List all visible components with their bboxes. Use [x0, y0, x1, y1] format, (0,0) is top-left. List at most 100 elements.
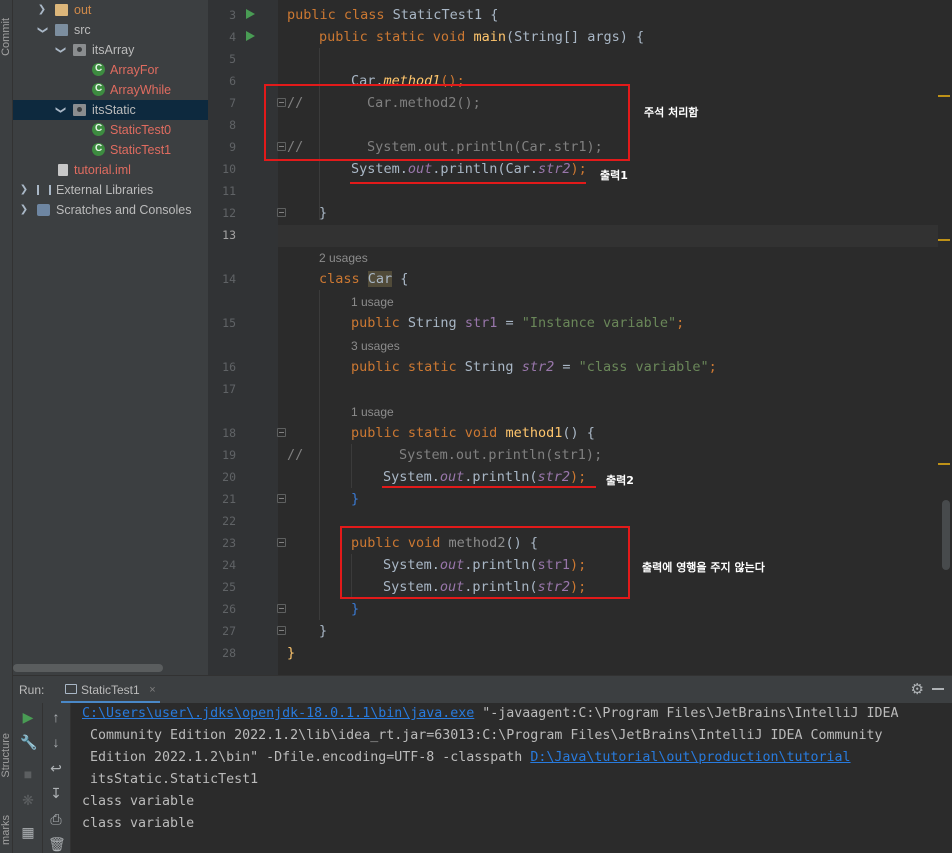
gear-icon[interactable]: ⚙ [911, 680, 924, 698]
fold-marker-icon[interactable] [277, 626, 286, 635]
warning-stripe-marker[interactable] [938, 463, 950, 465]
fold-marker-icon[interactable] [277, 604, 286, 613]
classpath-link[interactable]: D:\Java\tutorial\out\production\tutorial [530, 750, 850, 765]
tree-item-arrayfor[interactable]: ArrayFor [13, 59, 208, 80]
java-exe-link[interactable]: C:\Users\user\.jdks\openjdk-18.0.1.1\bin… [82, 706, 474, 721]
line-number: 22 [222, 514, 236, 528]
fold-marker-icon[interactable] [277, 428, 286, 437]
tree-item-itsarray[interactable]: ❯ itsArray [13, 40, 208, 60]
code-token: } [351, 491, 360, 507]
tree-item-statictest0[interactable]: StaticTest0 [13, 119, 208, 140]
bookmarks-tool-tab[interactable]: marks [0, 815, 13, 845]
tree-item-external-libraries[interactable]: ❯ External Libraries [13, 180, 208, 200]
layout-icon[interactable]: ▦ [20, 824, 36, 840]
tree-item-tutorial-iml[interactable]: tutorial.iml [13, 160, 208, 180]
console-line: itsStatic.StaticTest1 [82, 772, 259, 787]
scroll-to-end-icon[interactable]: ↧ [48, 785, 64, 801]
tree-item-statictest1[interactable]: StaticTest1 [13, 139, 208, 160]
line-number: 12 [222, 206, 236, 220]
chevron-down-icon[interactable]: ❯ [50, 45, 70, 55]
run-panel-label: Run: [19, 683, 45, 697]
commit-tool-tab[interactable]: Commit [0, 18, 13, 56]
run-toolbar-secondary: ↑ ↓ ↩ ↧ ⎙ 🗑 [43, 703, 71, 853]
rerun-icon[interactable]: ▶ [20, 709, 36, 725]
debug-bug-icon[interactable]: ❋ [20, 792, 36, 808]
code-token: ); [569, 469, 587, 485]
tree-item-label: External Libraries [56, 183, 154, 197]
soft-wrap-icon[interactable]: ↩ [48, 760, 64, 776]
code-token: = [554, 359, 579, 375]
run-tab-statictest1[interactable]: StaticTest1 × [61, 676, 160, 704]
code-token: str2 [537, 469, 570, 485]
line-number: 18 [222, 426, 236, 440]
package-icon [73, 104, 86, 116]
arrow-up-icon[interactable]: ↑ [48, 709, 64, 725]
console-text: "-javaagent:C:\Program Files\JetBrains\I… [474, 706, 899, 721]
code-token: StaticTest1 [392, 7, 483, 23]
tree-item-label: ArrayWhile [110, 83, 172, 97]
tree-item-arraywhile[interactable]: ArrayWhile [13, 79, 208, 100]
arrow-down-icon[interactable]: ↓ [48, 734, 64, 750]
usages-hint[interactable]: 1 usage [351, 401, 394, 423]
annotation-box-commented [264, 84, 630, 161]
tree-item-label: StaticTest1 [110, 143, 172, 157]
console-line: C:\Users\user\.jdks\openjdk-18.0.1.1\bin… [82, 703, 899, 725]
run-class-icon[interactable] [246, 9, 255, 19]
trash-icon[interactable]: 🗑 [48, 836, 66, 852]
run-console-output[interactable]: C:\Users\user\.jdks\openjdk-18.0.1.1\bin… [71, 703, 952, 853]
line-number: 14 [222, 272, 236, 286]
close-icon[interactable]: × [149, 676, 155, 704]
usages-hint[interactable]: 2 usages [319, 247, 368, 269]
console-line: Community Edition 2022.1.2\lib\idea_rt.j… [82, 728, 883, 743]
chevron-right-icon[interactable]: ❯ [19, 200, 29, 220]
annotation-text-no-effect: 출력에 영행을 주지 않는다 [642, 561, 765, 574]
structure-tool-tab[interactable]: Structure [0, 733, 13, 778]
tree-item-scratches[interactable]: ❯ Scratches and Consoles [13, 200, 208, 220]
code-line-4: public static void main(String[] args) { [319, 26, 644, 48]
tree-item-label: src [74, 23, 91, 37]
code-token: ; [708, 359, 717, 375]
usages-hint[interactable]: 3 usages [351, 335, 400, 357]
code-token: ); [570, 161, 587, 177]
code-token: System. [351, 161, 408, 177]
tree-item-label: ArrayFor [110, 63, 159, 77]
code-token: class [319, 271, 368, 287]
chevron-right-icon[interactable]: ❯ [37, 0, 47, 20]
line-number: 7 [229, 96, 236, 110]
fold-marker-icon[interactable] [277, 494, 286, 503]
line-number: 19 [222, 448, 236, 462]
folder-icon [55, 4, 68, 16]
line-number: 23 [222, 536, 236, 550]
wrench-icon[interactable]: 🔧 [20, 734, 37, 750]
editor-scroll-thumb[interactable] [942, 500, 950, 570]
usages-hint[interactable]: 1 usage [351, 291, 394, 313]
chevron-down-icon[interactable]: ❯ [32, 25, 52, 35]
tree-horizontal-scrollbar[interactable] [13, 664, 163, 672]
code-token: (String[] args) { [505, 29, 645, 45]
fold-marker-icon[interactable] [277, 208, 286, 217]
tree-item-out[interactable]: ❯ out [13, 0, 208, 20]
editor-vertical-scrollbar[interactable] [938, 0, 952, 675]
minimize-icon[interactable] [932, 688, 944, 690]
code-token: public [351, 315, 408, 331]
warning-stripe-marker[interactable] [938, 239, 950, 241]
tree-item-src[interactable]: ❯ src [13, 20, 208, 40]
run-main-icon[interactable] [246, 31, 255, 41]
code-line-14: class Car { [319, 268, 408, 290]
tree-item-label: out [74, 3, 92, 17]
chevron-right-icon[interactable]: ❯ [19, 180, 29, 200]
code-token: public static void [351, 425, 506, 441]
print-icon[interactable]: ⎙ [48, 811, 64, 827]
line-number: 16 [222, 360, 236, 374]
code-token: Car [367, 271, 393, 287]
tree-item-itsstatic[interactable]: ❯ itsStatic [13, 100, 208, 120]
stop-icon[interactable]: ■ [20, 766, 36, 782]
warning-stripe-marker[interactable] [938, 95, 950, 97]
code-editor[interactable]: 3 4 5 6 7 8 9 10 11 12 13 14 15 16 17 18… [208, 0, 952, 675]
fold-marker-icon[interactable] [277, 538, 286, 547]
left-tool-strip: Commit Structure marks [0, 0, 13, 853]
line-number: 4 [229, 30, 236, 44]
chevron-down-icon[interactable]: ❯ [50, 105, 70, 115]
code-token: str2 [537, 161, 571, 177]
code-line-20: System.out.println(str2); [383, 466, 586, 488]
